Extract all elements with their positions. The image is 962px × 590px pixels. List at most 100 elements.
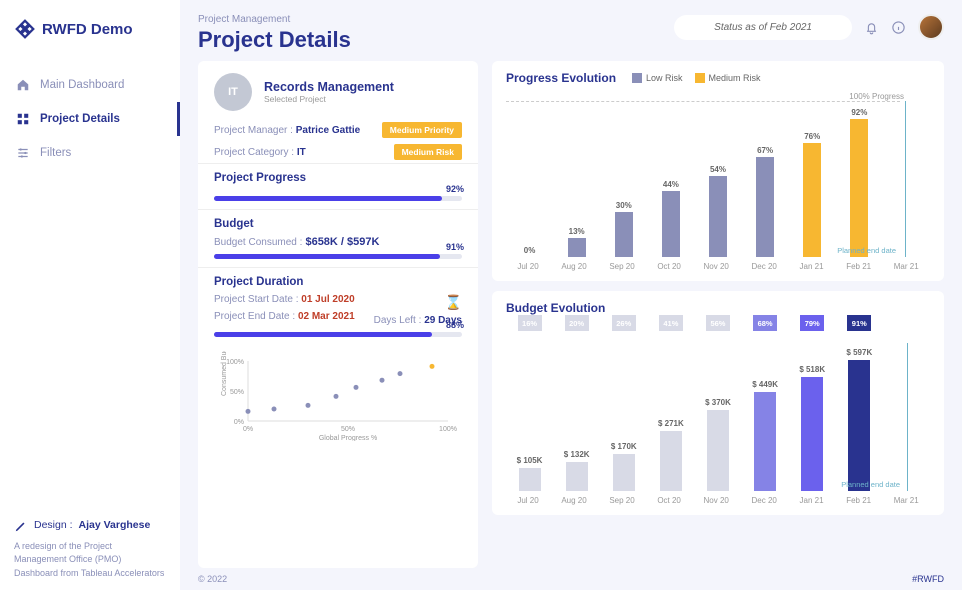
- pen-icon: [14, 519, 28, 533]
- svg-text:50%: 50%: [230, 389, 244, 396]
- budget-evolution-card: Budget Evolution 16%20%26%41%56%68%79%91…: [492, 291, 944, 515]
- svg-text:0%: 0%: [243, 426, 253, 433]
- bar-label: 0%: [524, 246, 536, 255]
- sliders-icon: [16, 146, 30, 160]
- axis-tick: Aug 20: [561, 496, 586, 505]
- project-avatar: IT: [214, 73, 252, 111]
- bar-label: $ 449K: [752, 380, 778, 389]
- pct-box: 20%: [565, 315, 589, 331]
- axis-tick: Feb 21: [846, 496, 871, 505]
- axis-tick: Jan 21: [800, 262, 824, 271]
- bar-col: 30%: [600, 101, 647, 257]
- axis-tick: Sep 20: [609, 262, 634, 271]
- axis-tick: Sep 20: [609, 496, 634, 505]
- axis-tick: Jul 20: [517, 496, 538, 505]
- bar-col: 0%: [506, 101, 553, 257]
- category-label: Project Category :: [214, 147, 294, 158]
- category-value: IT: [297, 147, 306, 158]
- bar-label: 67%: [757, 146, 773, 155]
- page-title: Project Details: [198, 27, 351, 53]
- pct-box: 79%: [800, 315, 824, 331]
- bar-col: $ 597K: [836, 343, 883, 491]
- duration-bar: 88%: [214, 332, 462, 337]
- progress-legend: Low RiskMedium Risk: [632, 73, 761, 83]
- avatar[interactable]: [918, 14, 944, 40]
- project-subtitle: Selected Project: [264, 94, 394, 104]
- footnote-text: A redesign of the Project Management Off…: [14, 540, 166, 581]
- bar-col: $ 132K: [553, 343, 600, 491]
- bar-col: $ 449K: [742, 343, 789, 491]
- manager-value: Patrice Gattie: [296, 125, 360, 136]
- axis-tick: Mar 21: [894, 262, 919, 271]
- end-label: Project End Date :: [214, 311, 295, 322]
- risk-badge: Medium Risk: [394, 144, 462, 160]
- axis-tick: Oct 20: [657, 496, 681, 505]
- duration-title: Project Duration: [198, 267, 478, 294]
- footer-left: © 2022: [198, 574, 227, 584]
- budget-bar: 91%: [214, 254, 462, 259]
- bar-label: $ 132K: [564, 450, 590, 459]
- home-icon: [16, 78, 30, 92]
- bar-col: [883, 101, 930, 257]
- designer-prefix: Design :: [34, 518, 73, 534]
- bar-label: $ 105K: [517, 456, 543, 465]
- svg-text:0%: 0%: [234, 419, 244, 426]
- designer-name: Ajay Varghese: [79, 518, 151, 534]
- mini-scatter-chart: Consumed Budget %0%50%100%0%50%100%Globa…: [198, 345, 478, 452]
- axis-tick: Mar 21: [894, 496, 919, 505]
- start-date: 01 Jul 2020: [301, 294, 354, 305]
- bar-col: $ 105K: [506, 343, 553, 491]
- duration-pct: 88%: [446, 320, 464, 330]
- pct-box: 68%: [753, 315, 777, 331]
- bar: [613, 454, 635, 491]
- axis-tick: Nov 20: [704, 262, 729, 271]
- pct-box: 16%: [518, 315, 542, 331]
- sidebar-item-filters[interactable]: Filters: [0, 136, 180, 170]
- budget-title: Budget: [198, 209, 478, 236]
- progress-title: Project Progress: [198, 163, 478, 190]
- budget-chart: 16%20%26%41%56%68%79%91%$ 105K$ 132K$ 17…: [506, 315, 930, 505]
- bar-col: $ 370K: [694, 343, 741, 491]
- bar-col: $ 271K: [647, 343, 694, 491]
- logo[interactable]: RWFD Demo: [0, 18, 180, 68]
- sidebar-item-project-details[interactable]: Project Details: [0, 102, 180, 136]
- bell-icon[interactable]: [864, 20, 879, 35]
- status-pill: Status as of Feb 2021: [674, 15, 852, 40]
- bar: [662, 191, 680, 257]
- svg-text:50%: 50%: [341, 426, 355, 433]
- bar-label: $ 370K: [705, 398, 731, 407]
- bar: [756, 157, 774, 258]
- axis-tick: Dec 20: [752, 262, 777, 271]
- axis-tick: Nov 20: [704, 496, 729, 505]
- pct-box: 41%: [659, 315, 683, 331]
- bar: [615, 212, 633, 257]
- progress-pct: 92%: [446, 184, 464, 194]
- sidebar-item-main-dashboard[interactable]: Main Dashboard: [0, 68, 180, 102]
- budget-value: $658K / $597K: [305, 236, 379, 248]
- bar: [848, 360, 870, 491]
- manager-label: Project Manager :: [214, 125, 293, 136]
- legend-item: Medium Risk: [695, 73, 761, 83]
- bar-col: 92%: [836, 101, 883, 257]
- axis-tick: Aug 20: [561, 262, 586, 271]
- bar-label: $ 597K: [846, 348, 872, 357]
- info-icon[interactable]: [891, 20, 906, 35]
- bar: [660, 431, 682, 491]
- bar: [803, 143, 821, 257]
- axis-tick: Jan 21: [800, 496, 824, 505]
- bar: [850, 119, 868, 257]
- topbar: Project Management Project Details Statu…: [198, 14, 944, 53]
- svg-text:Global Progress %: Global Progress %: [319, 435, 377, 441]
- grid-icon: [16, 112, 30, 126]
- project-summary-card: IT Records Management Selected Project P…: [198, 61, 478, 568]
- project-name: Records Management: [264, 80, 394, 94]
- bar-col: 67%: [742, 101, 789, 257]
- hourglass-icon: ⌛: [374, 294, 462, 311]
- bar-label: $ 518K: [799, 365, 825, 374]
- bar: [566, 462, 588, 491]
- start-label: Project Start Date :: [214, 294, 298, 305]
- bar: [519, 468, 541, 491]
- axis-tick: Jul 20: [517, 262, 538, 271]
- brand-text: RWFD Demo: [42, 21, 133, 38]
- bar-col: $ 170K: [600, 343, 647, 491]
